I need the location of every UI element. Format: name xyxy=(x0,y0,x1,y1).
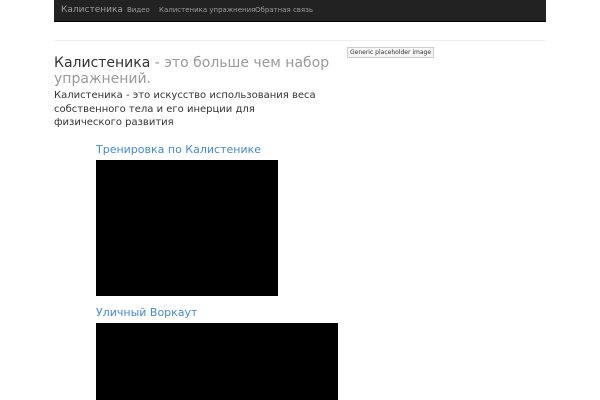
top-navbar: Калистеника Видео Калистеника упражнения… xyxy=(54,0,546,22)
video-title-training[interactable]: Тренировка по Калистенике xyxy=(96,143,261,156)
featurette-divider xyxy=(54,40,546,41)
placeholder-image: Generic placeholder image xyxy=(347,47,435,58)
nav-link-video[interactable]: Видео xyxy=(127,6,150,14)
nav-link-exercises[interactable]: Калистеника упражнения xyxy=(159,6,255,14)
video-player-workout[interactable] xyxy=(96,323,338,400)
video-title-workout[interactable]: Уличный Воркаут xyxy=(96,306,197,319)
navbar-brand[interactable]: Калистеника xyxy=(61,5,123,15)
lead-text: Калистеника - это искусство использовани… xyxy=(54,90,316,128)
heading-main: Калистеника xyxy=(54,55,151,71)
nav-link-feedback[interactable]: Обратная связь xyxy=(255,6,313,14)
video-player-training[interactable] xyxy=(96,160,278,296)
page-heading: Калистеника - это больше чем набор упраж… xyxy=(54,55,334,87)
